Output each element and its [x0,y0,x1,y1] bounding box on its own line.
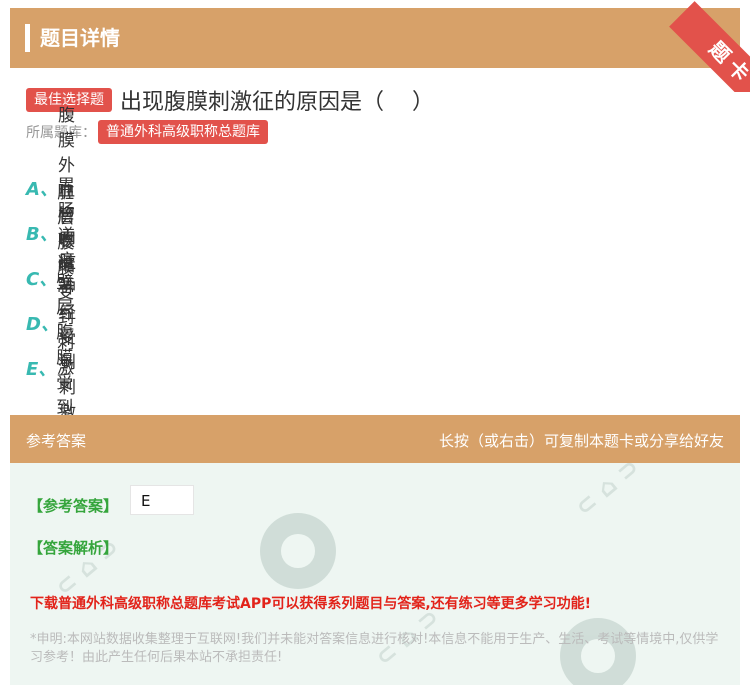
answer-value: E [130,485,194,515]
download-promo-link[interactable]: 下载普通外科高级职称总题库考试APP可以获得系列题目与答案,还有练习等更多学习功… [30,593,591,613]
bank-link[interactable]: 普通外科高级职称总题库 [98,120,268,144]
header-accent-bar [25,24,30,52]
question-text: 出现腹膜刺激征的原因是（ ） [120,90,434,115]
share-hint: 长按（或右击）可复制本题卡或分享给好友 [438,432,724,450]
page-title: 题目详情 [40,26,120,50]
disclaimer-text: *申明:本网站数据收集整理于互联网!我们并未能对答案信息进行核对!本信息不能用于… [30,632,719,665]
answer-label: 【参考答案】 [28,497,119,515]
ribbon-label: 题卡 [669,1,750,92]
option-letter: D、 [26,314,59,335]
question-card: 题目详情 最佳选择题 出现腹膜刺激征的原因是（ ） 所属题库： 普通外科高级职称… [10,8,740,685]
question-row: 最佳选择题 出现腹膜刺激征的原因是（ ） [26,84,434,116]
card-header: 题目详情 [10,8,740,68]
answer-section-title: 参考答案 [26,432,87,450]
option-e[interactable]: E、 壁层腹膜受到刺激 [26,273,79,468]
watermark-icon: ⊂ ⌂ ⊃ [569,463,645,522]
analysis-label: 【答案解析】 [28,539,119,557]
question-card-ribbon: 题卡 [666,0,750,92]
answer-header: 参考答案 长按（或右击）可复制本题卡或分享给好友 [10,415,740,463]
option-letter: C、 [26,269,58,290]
answer-body: ⊂ ⌂ ⊃ ⊂ ⌂ ⊃ ⊂ ⌂ ⊃ 【参考答案】 E 【答案解析】 下载普通外科… [10,463,740,685]
option-letter: A、 [26,179,58,200]
option-letter: B、 [26,224,58,245]
watermark-logo-icon [260,513,336,589]
option-letter: E、 [26,359,57,380]
